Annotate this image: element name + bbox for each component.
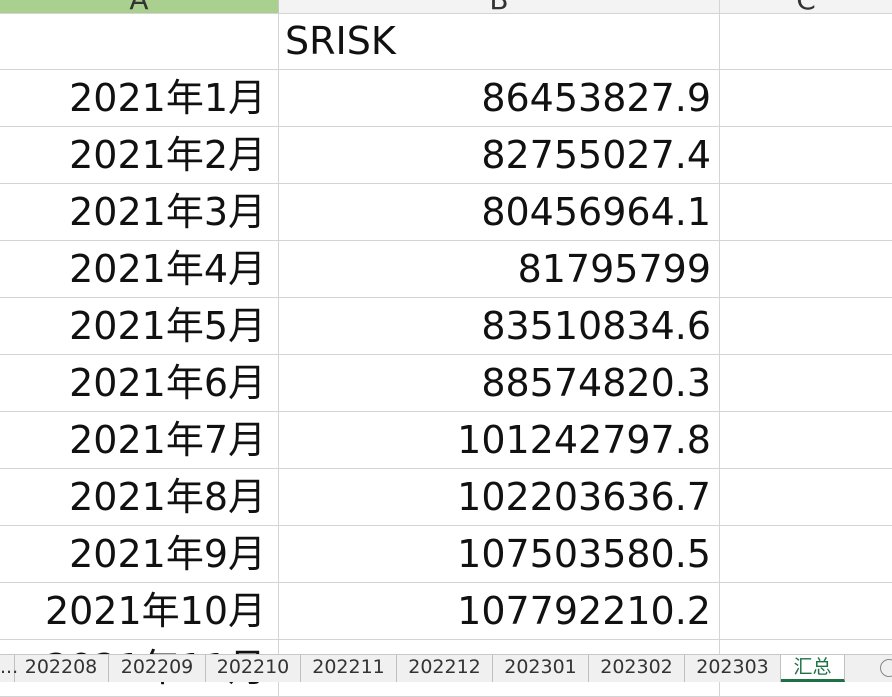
column-header-bar: A B C <box>0 0 892 14</box>
table-row: 2021年2月 82755027.4 <box>0 127 892 184</box>
cell-c[interactable] <box>720 13 892 69</box>
cell-a[interactable]: 2021年6月 <box>0 355 279 411</box>
table-row: 2021年10月 107792210.2 <box>0 583 892 640</box>
sheet-tab-summary[interactable]: 汇总 <box>781 655 845 682</box>
cell-a[interactable]: 2021年7月 <box>0 412 279 468</box>
sheet-tab-202208[interactable]: 202208 <box>14 655 109 682</box>
cell-a[interactable] <box>0 13 279 69</box>
cell-b[interactable]: 88574820.3 <box>279 355 720 411</box>
cell-a[interactable]: 2021年2月 <box>0 127 279 183</box>
sheet-tab-bar: ... 202208 202209 202210 202211 202212 2… <box>0 654 892 682</box>
add-sheet-icon[interactable] <box>880 659 892 677</box>
cell-b[interactable]: 86453827.9 <box>279 70 720 126</box>
cell-c[interactable] <box>720 526 892 582</box>
table-row: 2021年7月 101242797.8 <box>0 412 892 469</box>
cell-b[interactable]: 107503580.5 <box>279 526 720 582</box>
sheet-tab-202212[interactable]: 202212 <box>397 655 493 682</box>
cell-c[interactable] <box>720 469 892 525</box>
cell-c[interactable] <box>720 298 892 354</box>
cell-c[interactable] <box>720 241 892 297</box>
table-row: 2021年8月 102203636.7 <box>0 469 892 526</box>
cell-a[interactable]: 2021年5月 <box>0 298 279 354</box>
cell-b[interactable]: 102203636.7 <box>279 469 720 525</box>
sheet-tab-202302[interactable]: 202302 <box>589 655 685 682</box>
table-row: 2021年9月 107503580.5 <box>0 526 892 583</box>
cell-c[interactable] <box>720 127 892 183</box>
cell-b-header[interactable]: SRISK <box>279 13 720 69</box>
cell-a[interactable]: 2021年10月 <box>0 583 279 639</box>
cell-c[interactable] <box>720 70 892 126</box>
table-row: 2021年1月 86453827.9 <box>0 70 892 127</box>
cell-b[interactable]: 107792210.2 <box>279 583 720 639</box>
table-row: 2021年4月 81795799 <box>0 241 892 298</box>
table-row: 2021年6月 88574820.3 <box>0 355 892 412</box>
column-header-b[interactable]: B <box>279 0 720 13</box>
column-header-a[interactable]: A <box>0 0 279 13</box>
cell-c[interactable] <box>720 583 892 639</box>
sheet-tab-202211[interactable]: 202211 <box>301 655 397 682</box>
cell-a[interactable]: 2021年4月 <box>0 241 279 297</box>
column-header-a-label: A <box>0 0 278 13</box>
column-header-b-label: B <box>279 0 719 13</box>
table-row: SRISK <box>0 13 892 70</box>
cell-b[interactable]: 81795799 <box>279 241 720 297</box>
sheet-tabs-overflow[interactable]: ... <box>0 655 18 682</box>
column-header-c-label: C <box>720 0 892 13</box>
sheet-tab-202301[interactable]: 202301 <box>493 655 589 682</box>
cell-b[interactable]: 82755027.4 <box>279 127 720 183</box>
cell-c[interactable] <box>720 355 892 411</box>
column-header-c[interactable]: C <box>720 0 892 13</box>
sheet-tab-202303[interactable]: 202303 <box>685 655 781 682</box>
cell-b[interactable]: 83510834.6 <box>279 298 720 354</box>
cell-a[interactable]: 2021年9月 <box>0 526 279 582</box>
sheet-tab-202209[interactable]: 202209 <box>109 655 206 682</box>
table-row: 2021年5月 83510834.6 <box>0 298 892 355</box>
cell-b[interactable]: 101242797.8 <box>279 412 720 468</box>
cell-a[interactable]: 2021年8月 <box>0 469 279 525</box>
cell-c[interactable] <box>720 412 892 468</box>
cell-a[interactable]: 2021年3月 <box>0 184 279 240</box>
cell-a[interactable]: 2021年1月 <box>0 70 279 126</box>
sheet-tab-202210[interactable]: 202210 <box>206 655 301 682</box>
cell-b[interactable]: 80456964.1 <box>279 184 720 240</box>
cell-c[interactable] <box>720 184 892 240</box>
spreadsheet-grid: SRISK 2021年1月 86453827.9 2021年2月 8275502… <box>0 13 892 697</box>
table-row: 2021年3月 80456964.1 <box>0 184 892 241</box>
